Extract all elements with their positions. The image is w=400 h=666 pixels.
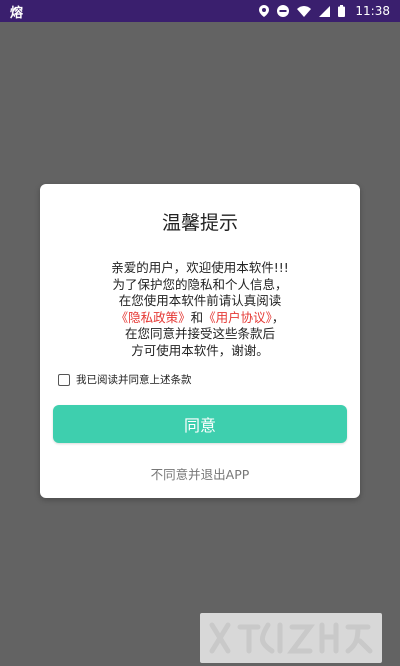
agree-button[interactable]: 同意 [53,405,347,443]
clock: 11:38 [355,4,390,18]
dialog-title: 温馨提示 [161,212,238,234]
message-line: 亲爱的用户，欢迎使用本软件!!! [111,260,289,275]
dialog-message: 亲爱的用户，欢迎使用本软件!!! 为了保护您的隐私和个人信息， 在您使用本软件前… [40,260,360,359]
status-right: 11:38 [259,4,390,18]
status-bar: 熔 11:38 [0,0,400,22]
screen: 熔 11:38 温馨提示 亲爱的用户，欢迎使用本软件!!! 为了保护您的隐私和个… [0,0,400,666]
privacy-dialog: 温馨提示 亲爱的用户，欢迎使用本软件!!! 为了保护您的隐私和个人信息， 在您使… [40,184,360,498]
agree-terms-row[interactable]: 我已阅读并同意上述条款 [58,372,192,387]
privacy-policy-link[interactable]: 《隐私政策》 [116,310,191,325]
user-agreement-link[interactable]: 《用户协议》 [203,310,272,325]
message-line: 方可使用本软件，谢谢。 [131,342,269,358]
battery-icon [338,5,346,17]
and-text: 和 [190,309,204,325]
message-line: 在您使用本软件前请认真阅读 [118,293,282,308]
signal-icon [319,5,331,17]
disagree-exit-button[interactable]: 不同意并退出APP [40,464,360,483]
agree-terms-checkbox[interactable] [58,373,70,386]
location-icon [259,5,270,17]
message-line-links: 《隐私政策》和《用户协议》， [40,310,360,327]
message-line: 为了保护您的隐私和个人信息， [112,276,288,292]
agree-terms-label[interactable]: 我已阅读并同意上述条款 [76,372,192,387]
status-left: 熔 [10,2,23,21]
message-line: 在您同意并接受这些条款后 [124,326,275,341]
wifi-icon [297,5,312,17]
do-not-disturb-icon [277,5,290,17]
app-notification-icon: 熔 [10,5,24,21]
comma-text: ， [271,309,285,325]
watermark-logo [200,613,382,663]
